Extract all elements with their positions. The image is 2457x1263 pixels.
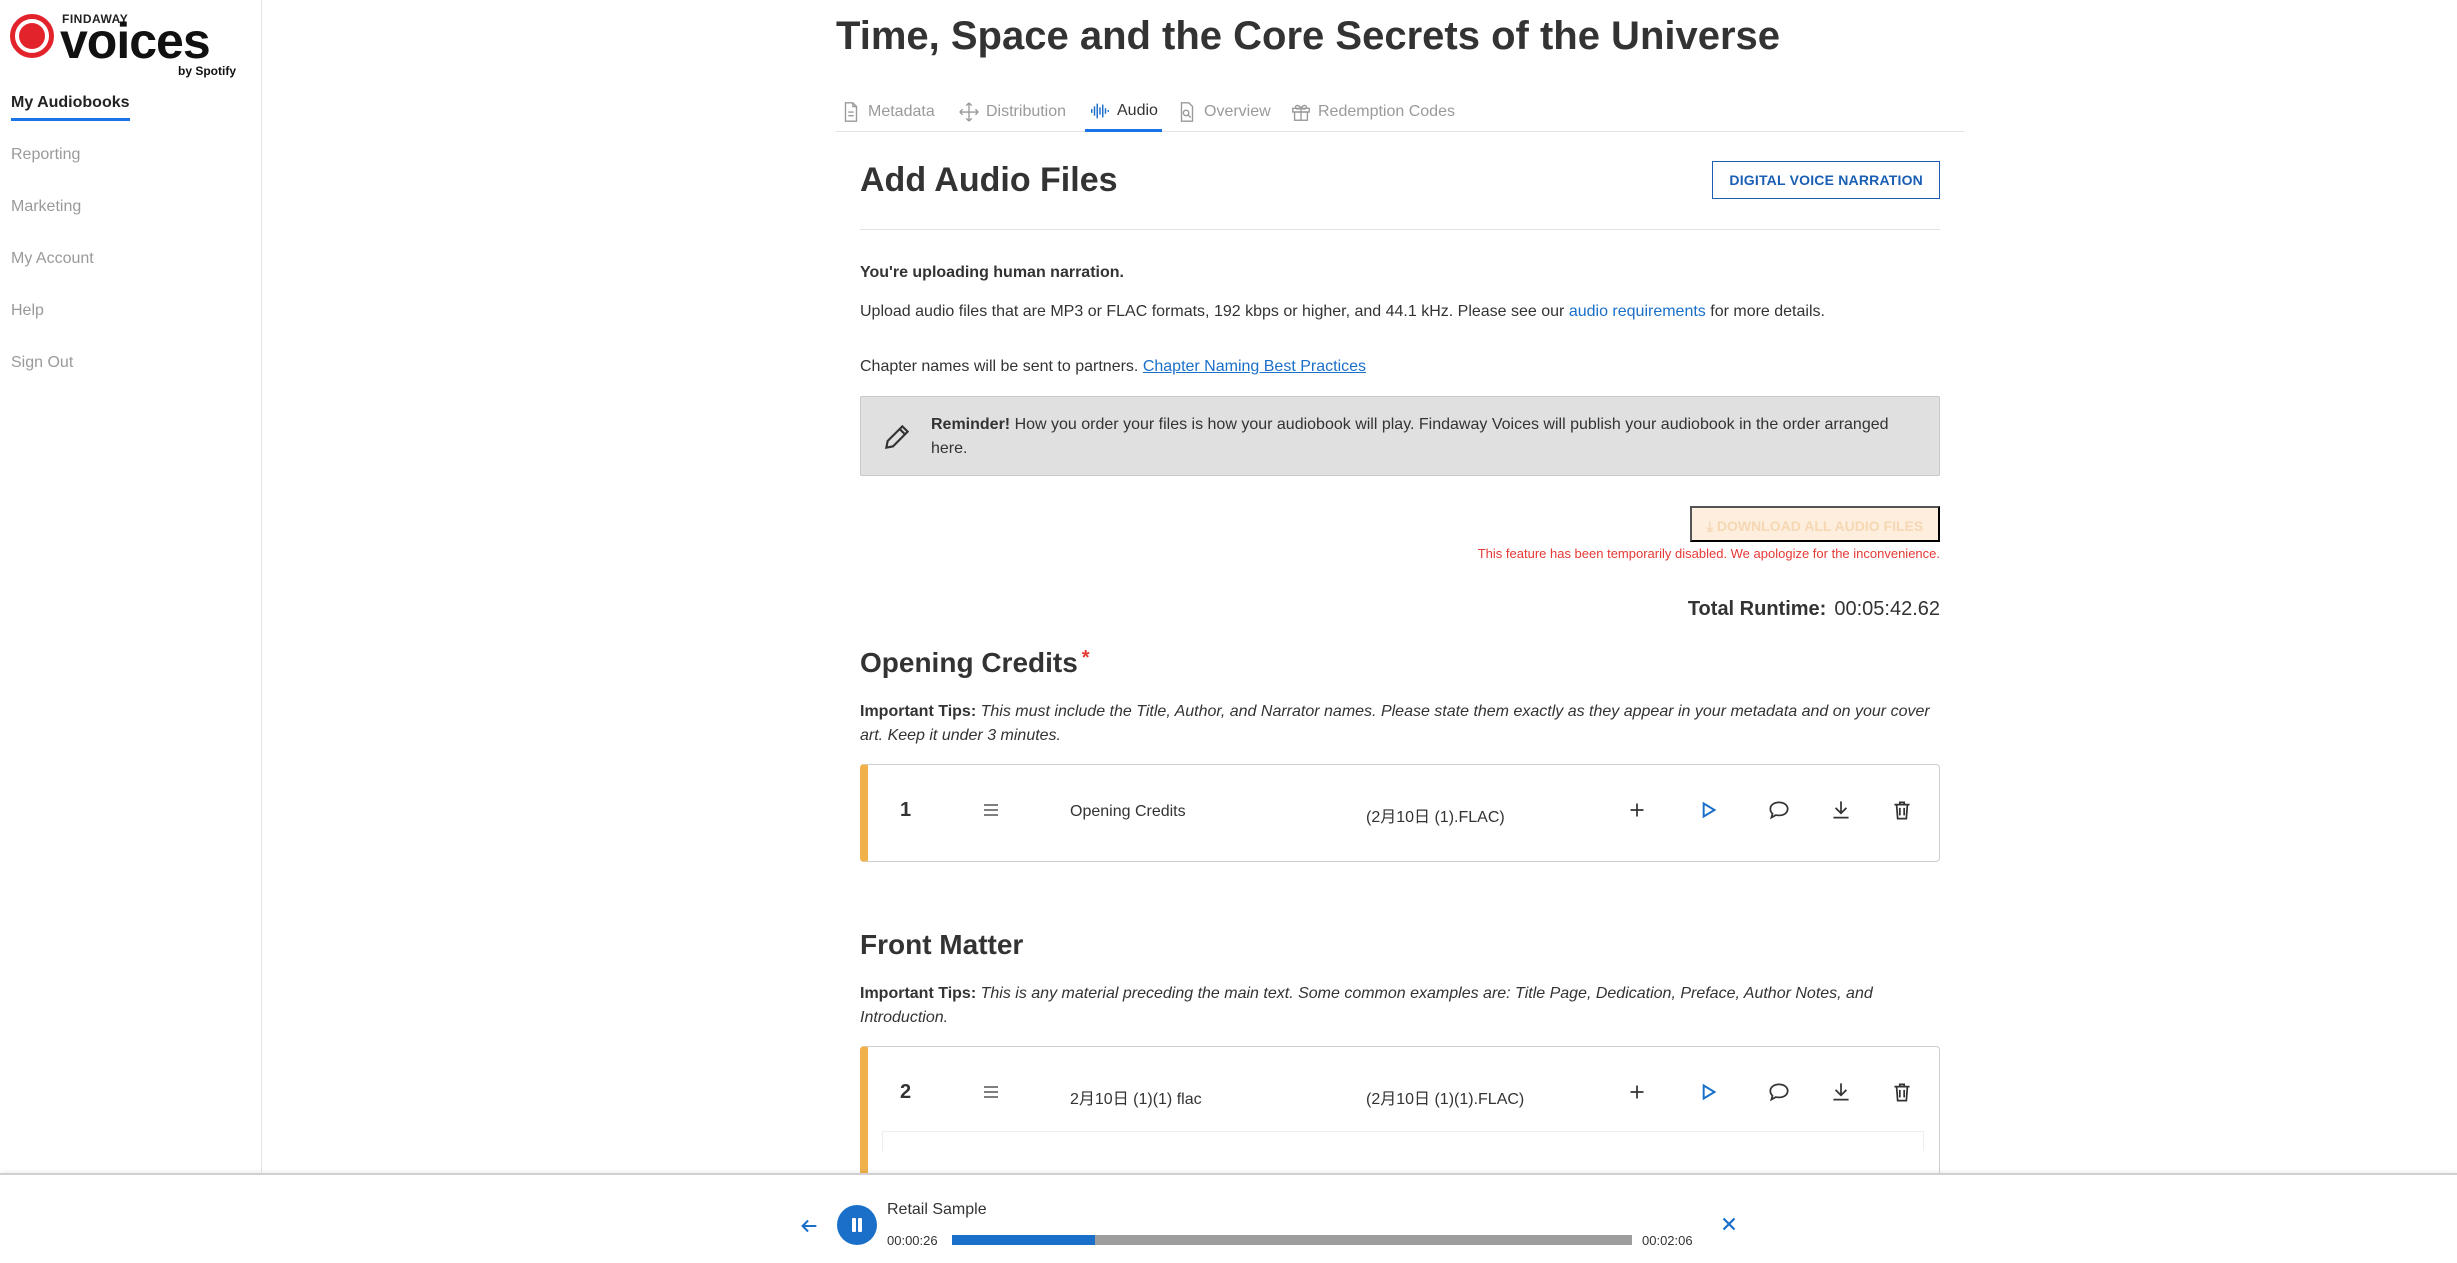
player-progress-fill bbox=[952, 1235, 1095, 1245]
opening-credits-tips: Important Tips: This must include the Ti… bbox=[860, 703, 1930, 744]
track-detail-panel bbox=[882, 1131, 1924, 1151]
reminder-box: Reminder! How you order your files is ho… bbox=[860, 396, 1940, 476]
sidebar-item-my-audiobooks[interactable]: My Audiobooks bbox=[0, 90, 262, 142]
tab-redemption-codes[interactable]: Redemption Codes bbox=[1286, 92, 1459, 132]
audio-player-bar: Retail Sample 00:00:26 00:02:06 bbox=[0, 1173, 2457, 1263]
magnifier-icon bbox=[1180, 102, 1194, 122]
findaway-voices-logo[interactable]: FINDAWAY voices by Spotify bbox=[10, 10, 240, 80]
arrow-left-icon[interactable] bbox=[798, 1215, 820, 1237]
track-number: 1 bbox=[900, 799, 912, 821]
section-title-front-matter: Front Matter bbox=[860, 929, 1024, 960]
track-file-name: (2月10日 (1).FLAC) bbox=[1366, 809, 1505, 826]
logo-brand-sub: by Spotify bbox=[177, 64, 236, 78]
sidebar-item-help[interactable]: Help bbox=[0, 298, 262, 350]
panel-header: Add Audio Files DIGITAL VOICE NARRATION bbox=[860, 156, 1940, 230]
tab-bar: Metadata Distribution Audio Overview Red… bbox=[836, 92, 1964, 132]
track-number: 2 bbox=[900, 1081, 912, 1103]
track-name: Opening Credits bbox=[1070, 803, 1186, 820]
chapter-names-text: Chapter names will be sent to partners. … bbox=[860, 358, 1367, 375]
chapter-naming-best-practices-link[interactable]: Chapter Naming Best Practices bbox=[1143, 358, 1366, 375]
comment-icon[interactable] bbox=[1766, 1079, 1792, 1105]
sidebar: FINDAWAY voices by Spotify My Audiobooks… bbox=[0, 0, 262, 1173]
trash-icon[interactable] bbox=[1889, 797, 1915, 823]
drag-handle-icon[interactable] bbox=[982, 1083, 1000, 1101]
tab-overview[interactable]: Overview bbox=[1172, 92, 1275, 132]
logo-circle-icon bbox=[10, 14, 54, 58]
audio-requirements-link[interactable]: audio requirements bbox=[1569, 303, 1706, 320]
download-icon[interactable] bbox=[1828, 1079, 1854, 1105]
sidebar-item-marketing[interactable]: Marketing bbox=[0, 194, 262, 246]
digital-voice-narration-button[interactable]: DIGITAL VOICE NARRATION bbox=[1712, 161, 1940, 199]
download-all-audio-files-button[interactable]: ⤓ DOWNLOAD ALL AUDIO FILES bbox=[1690, 506, 1940, 542]
play-icon[interactable] bbox=[1695, 797, 1721, 823]
reminder-text: Reminder! How you order your files is ho… bbox=[931, 416, 1889, 457]
logo-brand-main: voices bbox=[60, 13, 211, 69]
tab-metadata[interactable]: Metadata bbox=[836, 92, 939, 132]
upload-requirements-text: Upload audio files that are MP3 or FLAC … bbox=[860, 303, 1825, 320]
pause-button[interactable] bbox=[837, 1205, 877, 1245]
track-name: 2月10日 (1)(1) flac bbox=[1070, 1091, 1202, 1108]
waveform-icon bbox=[1091, 103, 1109, 118]
close-icon[interactable] bbox=[1718, 1213, 1740, 1235]
tab-distribution[interactable]: Distribution bbox=[954, 92, 1070, 132]
add-icon[interactable] bbox=[1624, 797, 1650, 823]
gift-icon bbox=[1292, 104, 1310, 121]
download-disabled-note: This feature has been temporarily disabl… bbox=[1477, 546, 1940, 561]
total-runtime: Total Runtime: 00:05:42.62 bbox=[1687, 598, 1940, 620]
section-title-opening-credits: Opening Credits * bbox=[860, 647, 1090, 678]
page-title: Time, Space and the Core Secrets of the … bbox=[836, 14, 1781, 58]
sidebar-item-sign-out[interactable]: Sign Out bbox=[0, 350, 262, 402]
player-total-time: 00:02:06 bbox=[1642, 1233, 1693, 1248]
drag-handle-icon[interactable] bbox=[982, 801, 1000, 819]
pencil-icon bbox=[884, 424, 910, 450]
track-file-name: (2月10日 (1)(1).FLAC) bbox=[1366, 1091, 1525, 1108]
add-icon[interactable] bbox=[1624, 1079, 1650, 1105]
track-row[interactable]: 2 2月10日 (1)(1) flac (2月10日 (1)(1).FLAC) bbox=[860, 1046, 1940, 1176]
download-icon[interactable] bbox=[1828, 797, 1854, 823]
track-row[interactable]: 1 Opening Credits (2月10日 (1).FLAC) bbox=[860, 764, 1940, 862]
player-current-time: 00:00:26 bbox=[887, 1233, 938, 1248]
play-icon[interactable] bbox=[1695, 1079, 1721, 1105]
required-mark: * bbox=[1081, 647, 1090, 669]
sidebar-item-reporting[interactable]: Reporting bbox=[0, 142, 262, 194]
document-icon bbox=[844, 102, 858, 122]
player-progress-bar[interactable] bbox=[952, 1235, 1632, 1245]
tab-audio[interactable]: Audio bbox=[1085, 92, 1162, 132]
arrows-icon bbox=[959, 102, 979, 122]
trash-icon[interactable] bbox=[1889, 1079, 1915, 1105]
panel-title: Add Audio Files bbox=[860, 161, 1118, 199]
front-matter-tips: Important Tips: This is any material pre… bbox=[860, 985, 1873, 1026]
comment-icon[interactable] bbox=[1766, 797, 1792, 823]
player-track-title: Retail Sample bbox=[887, 1201, 987, 1218]
uploading-note: You're uploading human narration. bbox=[860, 264, 1124, 281]
sidebar-item-my-account[interactable]: My Account bbox=[0, 246, 262, 298]
sidebar-nav: My Audiobooks Reporting Marketing My Acc… bbox=[0, 90, 262, 402]
